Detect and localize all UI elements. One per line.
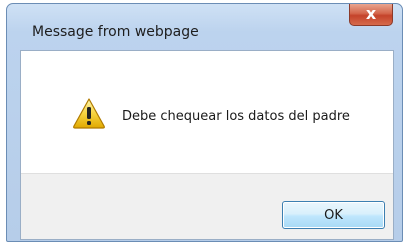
title-bar[interactable]: Message from webpage x bbox=[7, 4, 402, 42]
dialog-window: Message from webpage x Debe chequear los… bbox=[6, 3, 403, 242]
dialog-body: Debe chequear los datos del padre OK bbox=[20, 50, 394, 240]
close-button[interactable]: x bbox=[349, 4, 393, 26]
dialog-title: Message from webpage bbox=[32, 24, 199, 40]
close-icon: x bbox=[365, 4, 377, 23]
message-text: Debe chequear los datos del padre bbox=[122, 109, 350, 124]
warning-icon bbox=[73, 98, 105, 129]
message-area: Debe chequear los datos del padre bbox=[21, 51, 393, 173]
button-bar: OK bbox=[21, 173, 393, 239]
ok-button[interactable]: OK bbox=[282, 201, 385, 229]
